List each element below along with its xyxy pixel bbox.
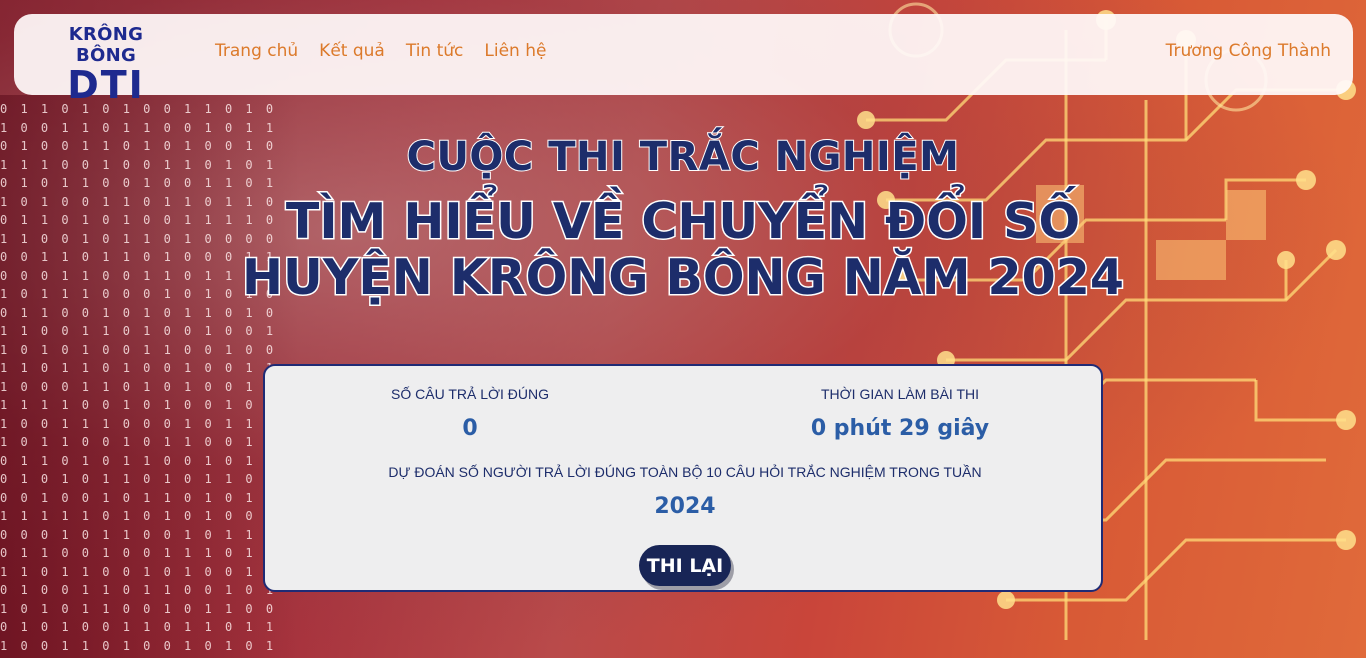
prediction-value: 2024 bbox=[654, 494, 716, 519]
nav-link-home[interactable]: Trang chủ bbox=[215, 41, 298, 61]
correct-answers-stat: SỐ CÂU TRẢ LỜI ĐÚNG 0 bbox=[370, 386, 570, 441]
prediction-label: DỰ ĐOÁN SỐ NGƯỜI TRẢ LỜI ĐÚNG TOÀN BỘ 10… bbox=[388, 464, 982, 480]
hero-titles: CUỘC THI TRẮC NGHIỆM TÌM HIỂU VỀ CHUYỂN … bbox=[0, 133, 1366, 307]
exam-time-label: THỜI GIAN LÀM BÀI THI bbox=[821, 386, 979, 402]
contest-title-line-1: TÌM HIỂU VỀ CHUYỂN ĐỔI SỐ bbox=[284, 192, 1081, 251]
logo-top-text: KRÔNG BÔNG bbox=[68, 24, 144, 66]
nav-link-results[interactable]: Kết quả bbox=[319, 41, 385, 61]
main-nav: Trang chủ Kết quả Tin tức Liên hệ bbox=[215, 41, 546, 61]
top-navigation-bar: KRÔNG BÔNG DTI Trang chủ Kết quả Tin tức… bbox=[14, 14, 1353, 104]
logo-main-text: DTI bbox=[67, 63, 145, 107]
nav-link-contact[interactable]: Liên hệ bbox=[484, 41, 546, 61]
contest-title-line-2: HUYỆN KRÔNG BÔNG NĂM 2024 bbox=[241, 248, 1126, 307]
prediction-stat: DỰ ĐOÁN SỐ NGƯỜI TRẢ LỜI ĐÚNG TOÀN BỘ 10… bbox=[365, 464, 1005, 519]
retry-button[interactable]: THI LẠI bbox=[639, 545, 731, 586]
user-name-link[interactable]: Trương Công Thành bbox=[1166, 41, 1331, 61]
result-card: SỐ CÂU TRẢ LỜI ĐÚNG 0 THỜI GIAN LÀM BÀI … bbox=[263, 364, 1103, 592]
correct-answers-label: SỐ CÂU TRẢ LỜI ĐÚNG bbox=[391, 386, 549, 402]
nav-link-news[interactable]: Tin tức bbox=[406, 41, 464, 61]
contest-subtitle: CUỘC THI TRẮC NGHIỆM bbox=[406, 133, 960, 181]
site-logo[interactable]: KRÔNG BÔNG DTI bbox=[36, 24, 176, 104]
exam-time-value: 0 phút 29 giây bbox=[810, 416, 990, 441]
correct-answers-value: 0 bbox=[462, 416, 478, 441]
exam-time-stat: THỜI GIAN LÀM BÀI THI 0 phút 29 giây bbox=[775, 386, 1025, 441]
